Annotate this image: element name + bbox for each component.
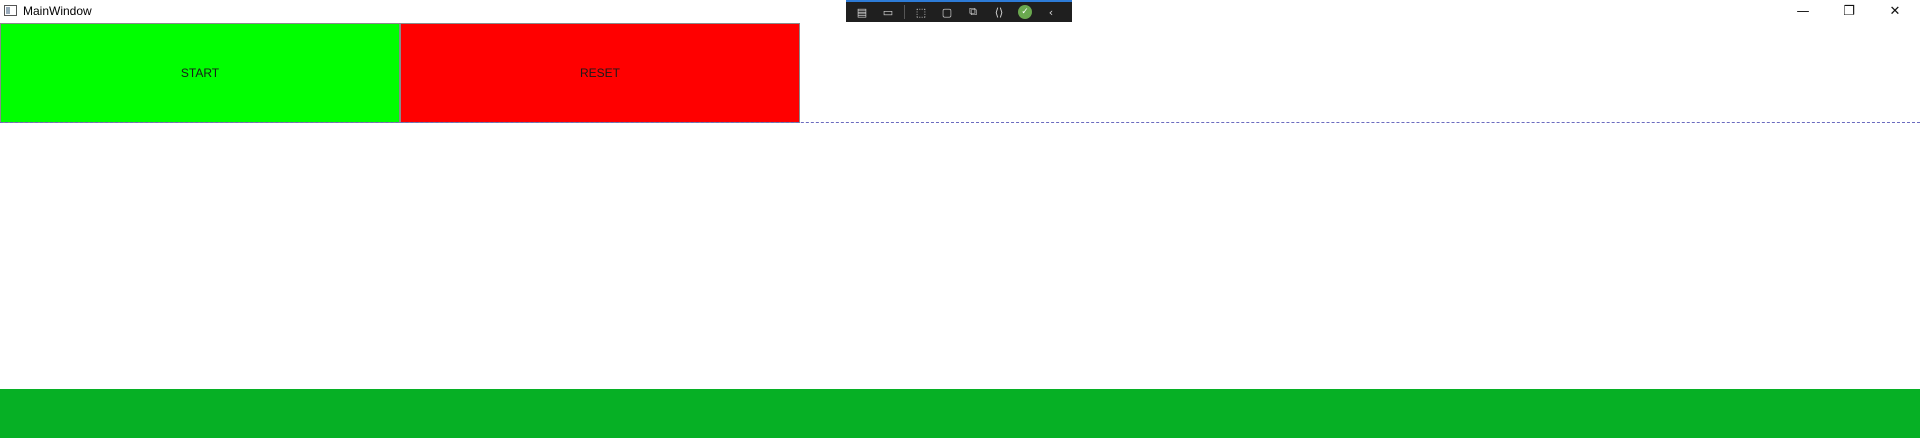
binding-failures-icon[interactable]: ⟨⟩ bbox=[989, 4, 1009, 20]
close-icon: ✕ bbox=[1889, 3, 1901, 19]
xaml-debug-toolbar: ▤ ▭ ⬚ ▢ ⧉ ⟨⟩ ✓ ‹ bbox=[846, 0, 1072, 22]
close-button[interactable]: ✕ bbox=[1872, 0, 1918, 22]
app-window-icon bbox=[4, 5, 17, 16]
minimize-icon: — bbox=[1796, 3, 1810, 19]
live-visual-tree-icon[interactable]: ▤ bbox=[852, 4, 872, 20]
layout-guide-line bbox=[0, 122, 1920, 123]
progress-bar bbox=[0, 389, 1920, 438]
check-icon: ✓ bbox=[1018, 5, 1032, 19]
restore-button[interactable]: ❐ bbox=[1826, 0, 1872, 22]
restore-icon: ❐ bbox=[1843, 3, 1855, 19]
display-layout-adorners-icon[interactable]: ▢ bbox=[937, 4, 957, 20]
reset-button[interactable]: RESET bbox=[400, 23, 800, 123]
window-title: MainWindow bbox=[23, 4, 92, 18]
track-focus-icon[interactable]: ⧉ bbox=[963, 4, 983, 20]
start-button[interactable]: START bbox=[0, 23, 400, 123]
check-button[interactable]: ✓ bbox=[1015, 4, 1035, 20]
collapse-chevron-icon[interactable]: ‹ bbox=[1041, 4, 1061, 20]
main-window: MainWindow — ❐ ✕ ▤ ▭ ⬚ ▢ ⧉ ⟨⟩ ✓ ‹ START … bbox=[0, 0, 1920, 442]
select-element-icon[interactable]: ⬚ bbox=[911, 4, 931, 20]
minimize-button[interactable]: — bbox=[1780, 0, 1826, 22]
video-camera-icon[interactable]: ▭ bbox=[878, 4, 898, 20]
toolbar-separator bbox=[904, 5, 905, 19]
